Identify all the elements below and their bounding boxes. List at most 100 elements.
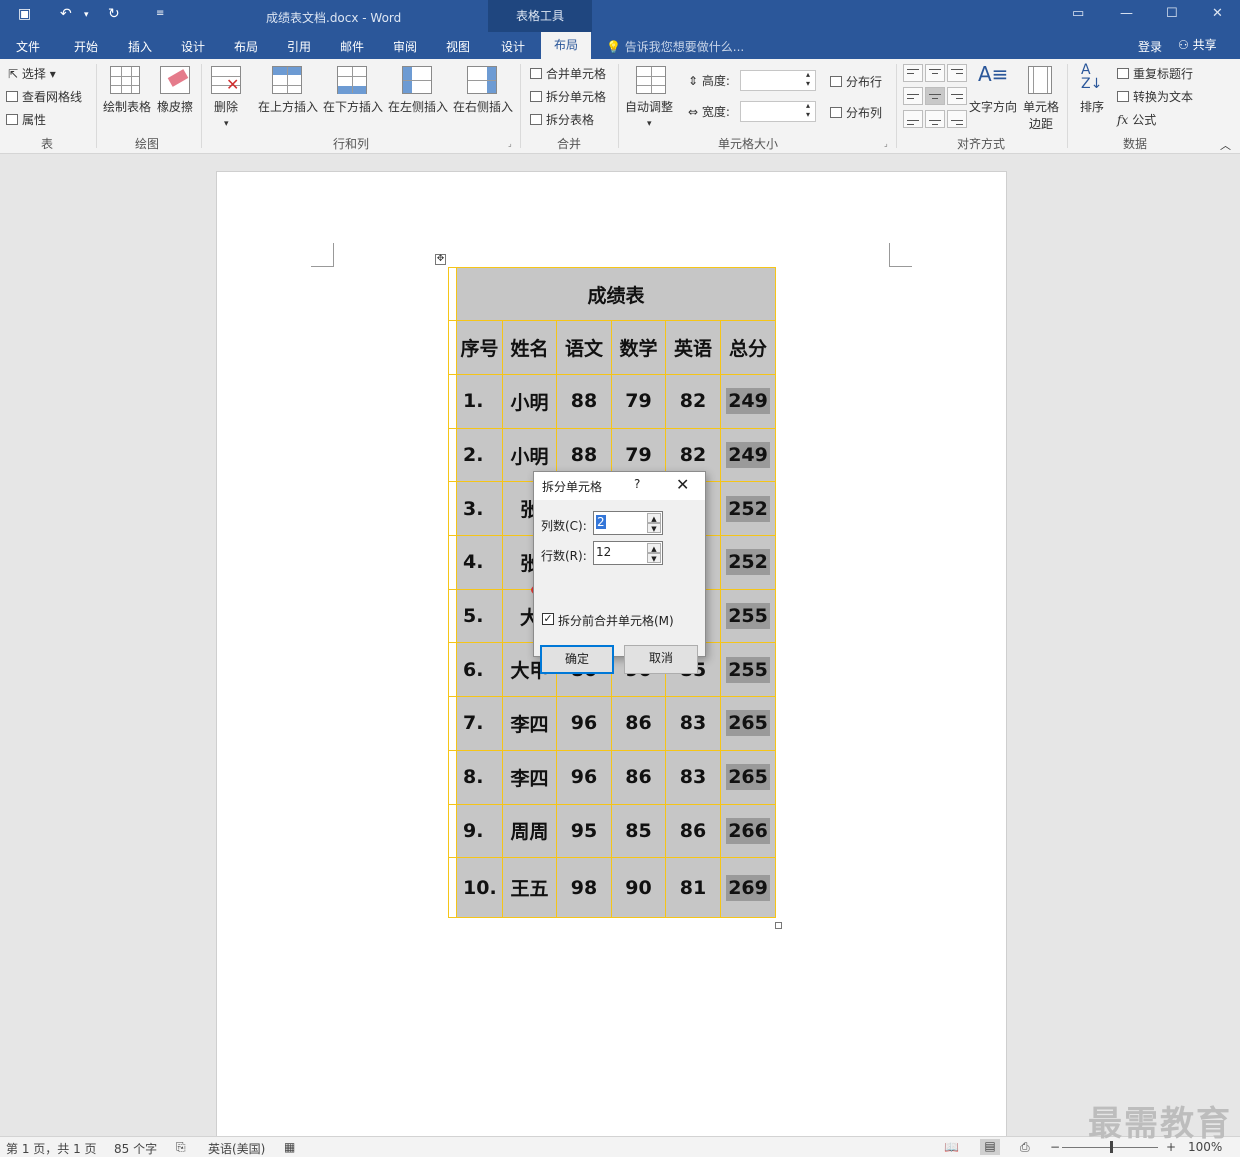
table-cell[interactable] [448, 588, 457, 644]
split-table-button[interactable]: 拆分表格 [530, 111, 594, 128]
read-mode-icon[interactable]: 📖 [944, 1140, 959, 1154]
tab-file[interactable]: 文件 [16, 38, 40, 55]
undo-dropdown-icon[interactable]: ▾ [84, 10, 89, 20]
table-cell[interactable]: 79 [611, 374, 666, 429]
align-bottom-left-button[interactable] [903, 110, 923, 128]
save-icon[interactable]: ▣ [18, 6, 31, 22]
table-cell[interactable]: 90 [611, 857, 666, 919]
tab-home[interactable]: 开始 [74, 38, 98, 55]
undo-icon[interactable]: ↶ [60, 6, 72, 22]
view-gridlines-button[interactable]: 查看网格线 [6, 88, 82, 105]
table-cell[interactable]: 265 [719, 749, 777, 805]
table-cell[interactable]: 李四 [502, 696, 557, 751]
merge-before-split-checkbox[interactable]: ✓ [542, 613, 554, 625]
table-cell[interactable]: 8. [456, 749, 503, 805]
column-header[interactable]: 总分 [719, 320, 777, 375]
table-cell[interactable] [448, 857, 457, 919]
align-bottom-right-button[interactable] [947, 110, 967, 128]
merge-cells-button[interactable]: 合并单元格 [530, 65, 606, 82]
cancel-button[interactable]: 取消 [624, 645, 698, 674]
tab-table-design[interactable]: 设计 [501, 38, 525, 55]
table-cell[interactable] [448, 374, 457, 429]
column-width-input[interactable] [740, 101, 816, 122]
table-cell[interactable]: 小明 [502, 374, 557, 429]
table-cell[interactable] [448, 749, 457, 805]
insert-above-button[interactable]: 在上方插入 [258, 98, 318, 115]
spin-down-icon[interactable]: ▼ [647, 523, 661, 533]
maximize-icon[interactable]: ☐ [1166, 6, 1178, 21]
dialog-launcher-icon[interactable]: ⌟ [884, 139, 888, 148]
merge-before-split-label[interactable]: 拆分前合并单元格(M) [558, 612, 674, 629]
columns-input[interactable]: 2 ▲ ▼ [593, 511, 663, 535]
table-cell[interactable]: 5. [456, 588, 503, 644]
table-cell[interactable]: 82 [665, 374, 721, 429]
table-cell[interactable] [448, 696, 457, 751]
rows-spinner[interactable]: ▲ ▼ [647, 543, 661, 563]
table-cell[interactable] [448, 427, 457, 483]
insert-below-button[interactable]: 在下方插入 [323, 98, 383, 115]
properties-button[interactable]: 属性 [6, 111, 46, 128]
table-cell[interactable]: 249 [719, 427, 777, 483]
proofing-icon[interactable]: ⎘ [176, 1140, 186, 1155]
cell-margins-button[interactable]: 单元格 边距 [1023, 98, 1059, 132]
formula-button[interactable]: fx 公式 [1117, 111, 1156, 128]
table-cell[interactable] [448, 535, 457, 590]
table-cell[interactable] [448, 320, 457, 375]
spin-up-icon[interactable]: ▲ [647, 543, 661, 553]
convert-to-text-button[interactable]: 转换为文本 [1117, 88, 1193, 105]
table-cell[interactable]: 李四 [502, 749, 557, 805]
insert-right-button[interactable]: 在右侧插入 [453, 98, 513, 115]
table-cell[interactable]: 王五 [502, 857, 557, 919]
table-cell[interactable]: 269 [719, 857, 777, 919]
align-middle-right-button[interactable] [947, 87, 967, 105]
table-cell[interactable]: 9. [456, 803, 503, 859]
spin-down-icon[interactable]: ▼ [647, 553, 661, 563]
repeat-header-rows-button[interactable]: 重复标题行 [1117, 65, 1193, 82]
align-middle-center-button[interactable] [925, 87, 945, 105]
row-height-spinner[interactable]: ▴ ▾ [806, 70, 810, 88]
macro-icon[interactable]: ▦ [284, 1140, 295, 1154]
table-cell[interactable]: 83 [665, 696, 721, 751]
rows-input[interactable]: 12 ▲ ▼ [593, 541, 663, 565]
table-cell[interactable]: 83 [665, 749, 721, 805]
table-cell[interactable]: 6. [456, 642, 503, 698]
table-cell[interactable]: 88 [556, 374, 612, 429]
table-cell[interactable]: 252 [719, 481, 777, 537]
sort-button[interactable]: 排序 [1080, 98, 1104, 115]
align-bottom-center-button[interactable] [925, 110, 945, 128]
table-cell[interactable]: 4. [456, 535, 503, 590]
table-cell[interactable]: 266 [719, 803, 777, 859]
customize-quick-access-icon[interactable]: ≡ [156, 8, 164, 19]
table-cell[interactable]: 249 [719, 374, 777, 429]
page-count[interactable]: 第 1 页，共 1 页 [6, 1140, 97, 1157]
tab-review[interactable]: 审阅 [393, 38, 417, 55]
ribbon-display-options-icon[interactable]: ▭ [1072, 6, 1084, 21]
table-cell[interactable] [448, 803, 457, 859]
distribute-rows-button[interactable]: 分布行 [830, 73, 882, 90]
text-direction-button[interactable]: 文字方向 [969, 98, 1017, 115]
select-button[interactable]: ⇱ 选择 ▾ [8, 65, 56, 82]
tab-references[interactable]: 引用 [287, 38, 311, 55]
column-header[interactable]: 数学 [611, 320, 666, 375]
row-height-input[interactable] [740, 70, 816, 91]
table-cell[interactable] [448, 267, 457, 321]
column-header[interactable]: 姓名 [502, 320, 557, 375]
table-cell[interactable] [448, 642, 457, 698]
table-cell[interactable]: 1. [456, 374, 503, 429]
table-cell[interactable]: 255 [719, 642, 777, 698]
web-layout-icon[interactable]: ⎙ [1020, 1140, 1030, 1155]
split-cells-button[interactable]: 拆分单元格 [530, 88, 606, 105]
align-top-right-button[interactable] [947, 64, 967, 82]
distribute-columns-button[interactable]: 分布列 [830, 104, 882, 121]
tab-layout[interactable]: 布局 [234, 38, 258, 55]
tab-view[interactable]: 视图 [446, 38, 470, 55]
table-cell[interactable]: 86 [611, 749, 666, 805]
table-cell[interactable]: 265 [719, 696, 777, 751]
dialog-launcher-icon[interactable]: ⌟ [508, 139, 512, 148]
table-cell[interactable]: 81 [665, 857, 721, 919]
insert-left-button[interactable]: 在左侧插入 [388, 98, 448, 115]
column-width-spinner[interactable]: ▴ ▾ [806, 101, 810, 119]
draw-table-button[interactable]: 绘制表格 [103, 98, 151, 115]
autofit-button[interactable]: 自动调整 ▾ [625, 98, 673, 129]
table-cell[interactable]: 96 [556, 749, 612, 805]
